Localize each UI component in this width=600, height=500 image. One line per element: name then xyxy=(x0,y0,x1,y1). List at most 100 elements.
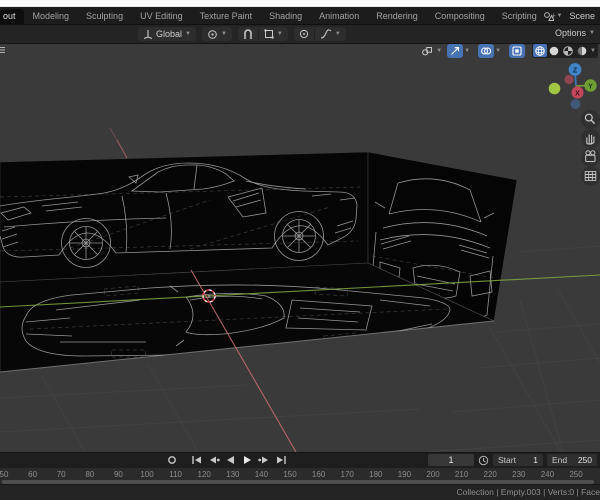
viewport-header-controls: ▼ ▼ ▼ ▼ xyxy=(419,44,598,58)
topbar: out Modeling Sculpting UV Editing Textur… xyxy=(0,7,600,25)
magnet-snap-icon xyxy=(243,28,252,39)
shading-material-button[interactable] xyxy=(561,44,575,57)
chevron-down-icon: ▼ xyxy=(556,13,563,19)
gizmo-icon xyxy=(451,46,460,55)
ruler-frame-label: 240 xyxy=(540,470,555,479)
start-value: 1 xyxy=(533,455,538,465)
workspace-tabs: out Modeling Sculpting UV Editing Textur… xyxy=(0,8,562,24)
record-button[interactable] xyxy=(164,454,180,466)
current-frame-value: 1 xyxy=(448,455,454,465)
solid-shading-icon xyxy=(549,46,559,55)
prev-keyframe-icon xyxy=(209,456,220,464)
ruler-frame-label: 190 xyxy=(397,470,412,479)
wireframe-shading-icon xyxy=(535,45,545,56)
play-button[interactable] xyxy=(239,454,255,466)
ruler-frame-label: 120 xyxy=(197,470,211,479)
current-frame-field[interactable]: 1 xyxy=(428,454,474,466)
orientation-label: Global xyxy=(156,29,183,39)
x-axis-line-far xyxy=(109,127,118,141)
tab-compositing[interactable]: Compositing xyxy=(427,9,493,24)
x-axis-line-stub xyxy=(116,139,128,159)
axis-gizmo[interactable]: Z Y X xyxy=(548,63,597,109)
proportional-edit-icon xyxy=(299,29,308,39)
shading-mode-group: ▼ xyxy=(532,44,598,58)
tab-sculpting[interactable]: Sculpting xyxy=(78,9,131,24)
chevron-down-icon: ▼ xyxy=(276,31,283,37)
chevron-down-icon: ▼ xyxy=(590,47,596,54)
tab-uv-editing[interactable]: UV Editing xyxy=(132,9,191,24)
axis-ball-neg-x[interactable] xyxy=(564,74,574,85)
jump-to-start-button[interactable] xyxy=(188,454,204,466)
orientation-dropdown[interactable]: Global ▼ xyxy=(138,27,196,41)
status-bar: Collection | Empty.003 | Verts:0 | Face xyxy=(0,484,600,500)
snapping-cluster: Global ▼ ▼ ▼ ▼ xyxy=(138,27,346,41)
chevron-down-icon: ▼ xyxy=(589,30,595,36)
end-label: End xyxy=(552,455,568,465)
viewport-canvas: Z Y X xyxy=(0,47,600,452)
end-frame-field[interactable]: End 250 xyxy=(547,454,597,466)
ruler-frame-label: 160 xyxy=(311,470,326,479)
axis-label-x: X xyxy=(575,90,580,97)
shading-rendered-button[interactable] xyxy=(575,44,589,57)
options-dropdown[interactable]: Options ▼ xyxy=(555,28,595,38)
jump-start-icon xyxy=(191,456,201,464)
ruler-frame-label: 90 xyxy=(113,470,123,479)
reference-plane-side[interactable] xyxy=(0,151,369,283)
ruler-frame-label: 230 xyxy=(512,470,526,479)
tab-shading[interactable]: Shading xyxy=(261,9,310,24)
viewport-3d[interactable]: Z Y X ▼ ▼ ▼ ▼ xyxy=(0,44,600,452)
prev-keyframe-button[interactable] xyxy=(205,454,221,466)
show-overlays-toggle[interactable] xyxy=(478,44,495,58)
chevron-down-icon: ▼ xyxy=(334,31,341,37)
visibility-dropdown[interactable] xyxy=(419,44,435,58)
shading-wireframe-button[interactable] xyxy=(533,44,548,57)
tab-texture-paint[interactable]: Texture Paint xyxy=(192,9,261,24)
tab-modeling[interactable]: Modeling xyxy=(25,9,78,24)
viewport-nav-buttons xyxy=(581,110,600,186)
play-reverse-button[interactable] xyxy=(222,454,238,466)
status-text: Collection | Empty.003 | Verts:0 | Face xyxy=(456,487,600,497)
xray-toggle[interactable] xyxy=(509,44,526,58)
next-keyframe-button[interactable] xyxy=(256,454,272,466)
tab-scripting[interactable]: Scripting xyxy=(494,9,545,24)
ruler-frame-label: 150 xyxy=(283,470,297,479)
tab-rendering[interactable]: Rendering xyxy=(368,9,426,24)
pivot-point-dropdown[interactable]: ▼ xyxy=(201,27,232,41)
timeline-ruler[interactable]: 50 60 70 80 90 100 110 120 130 140 150 160 170 180 190… xyxy=(0,468,600,485)
chevron-down-icon: ▼ xyxy=(220,31,227,37)
ruler-frame-label: 80 xyxy=(85,470,95,479)
camera-view-button[interactable] xyxy=(581,148,600,167)
tool-settings-bar: Global ▼ ▼ ▼ ▼ Options ▼ xyxy=(0,25,600,44)
editor-menu-icon[interactable] xyxy=(0,47,5,53)
chevron-down-icon: ▼ xyxy=(464,47,471,54)
scene-icon xyxy=(543,11,554,21)
axis-ball-neg-y[interactable] xyxy=(548,82,561,95)
ruler-frame-label: 210 xyxy=(454,470,469,479)
proportional-edit-group[interactable]: ▼ xyxy=(293,27,346,41)
axis-label-z: Z xyxy=(573,67,578,74)
show-gizmo-toggle[interactable] xyxy=(447,44,464,58)
pivot-point-icon xyxy=(208,29,217,39)
axis-ball-neg-z[interactable] xyxy=(570,99,581,109)
chevron-down-icon: ▼ xyxy=(436,47,443,54)
timeline-editor: 1 Start 1 End 250 50 60 70 80 90 100 110 120 130… xyxy=(0,452,600,485)
visibility-icon xyxy=(422,46,433,55)
shading-solid-button[interactable] xyxy=(547,44,561,57)
pan-button[interactable] xyxy=(581,129,600,148)
ortho-toggle-button[interactable] xyxy=(581,166,600,186)
blender-window: out Modeling Sculpting UV Editing Textur… xyxy=(0,0,600,500)
tab-animation[interactable]: Animation xyxy=(311,9,367,24)
ruler-frame-label: 110 xyxy=(169,470,182,479)
ruler-frame-label: 60 xyxy=(28,470,38,479)
rendered-shading-icon xyxy=(577,46,587,55)
snap-group[interactable]: ▼ xyxy=(237,27,288,41)
ruler-frame-label: 50 xyxy=(0,470,9,479)
axis-label-y: Y xyxy=(588,83,593,90)
jump-to-end-button[interactable] xyxy=(273,454,289,466)
tab-layout[interactable]: out xyxy=(0,9,24,24)
record-icon xyxy=(168,456,176,464)
scene-selector[interactable]: ▼ Scene xyxy=(543,9,595,23)
start-frame-field[interactable]: Start 1 xyxy=(493,454,543,466)
zoom-button[interactable] xyxy=(581,110,600,129)
ruler-frame-label: 140 xyxy=(254,470,269,479)
